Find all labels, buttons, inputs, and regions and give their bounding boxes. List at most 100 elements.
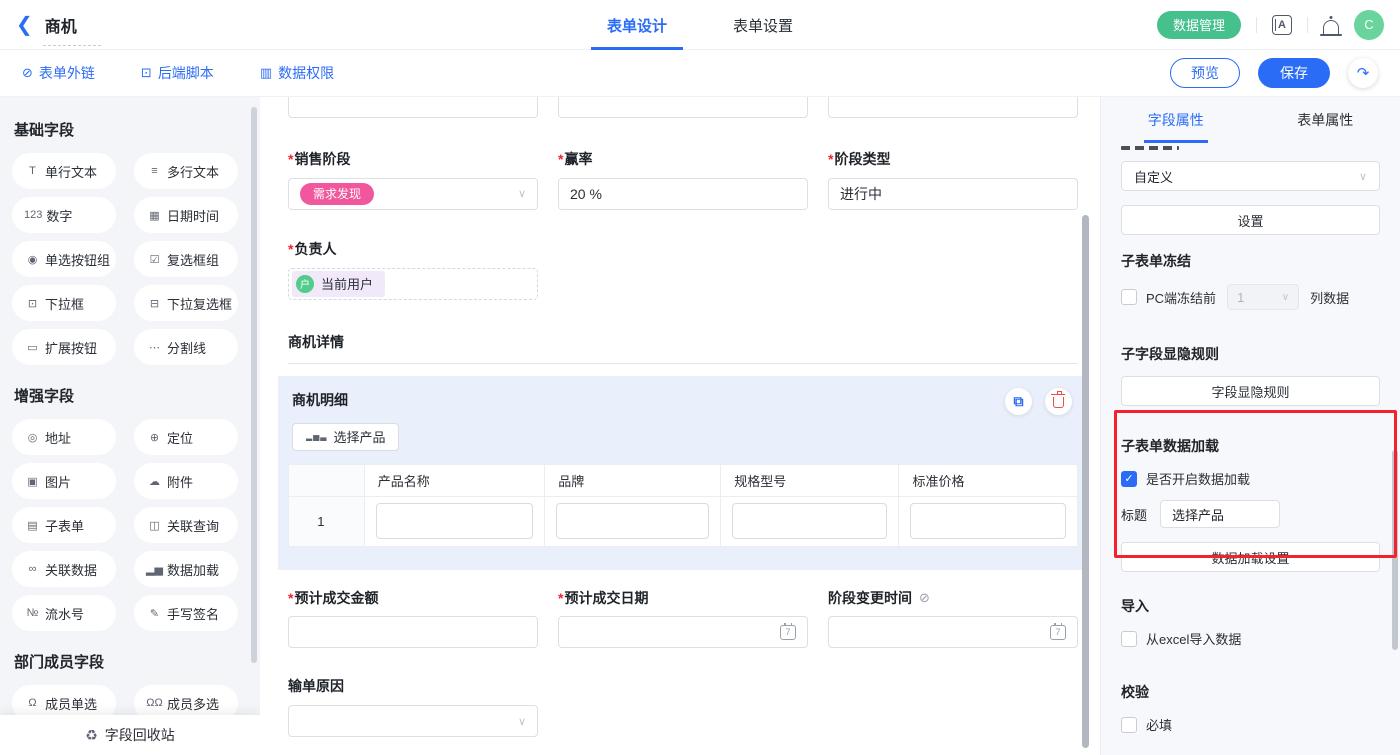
hidden-eye-icon: ⊘ — [919, 590, 930, 606]
field-pill-location[interactable]: ⊕定位 — [134, 419, 238, 455]
field-pill-divider-line[interactable]: ⋯分割线 — [134, 329, 238, 365]
field-pill-extend-button[interactable]: ▭扩展按钮 — [12, 329, 116, 365]
data-load-title-label: 标题 — [1121, 505, 1147, 524]
field-pill-serial-number[interactable]: №流水号 — [12, 595, 116, 631]
field-pill-radio-group[interactable]: ◉单选按钮组 — [12, 241, 116, 277]
field-loss-reason[interactable]: 输单原因 ∨ — [288, 678, 538, 737]
subfield-visibility-title: 子字段显隐规则 — [1121, 344, 1380, 364]
form-toolbar: ⊘ 表单外链 ⊡ 后端脚本 ▥ 数据权限 预览 保存 ↷ — [0, 50, 1400, 97]
tab-form-design[interactable]: 表单设计 — [603, 0, 671, 50]
field-pill-select[interactable]: ⊡下拉框 — [12, 285, 116, 321]
field-visibility-rules-button[interactable]: 字段显隐规则 — [1121, 376, 1380, 406]
field-pill-single-line-text[interactable]: T单行文本 — [12, 153, 116, 189]
owner-picker[interactable]: 户 当前用户 — [288, 268, 538, 300]
enable-data-load-checkbox[interactable]: ✓ — [1121, 471, 1137, 487]
field-pill-subform[interactable]: ▤子表单 — [12, 507, 116, 543]
field-sales-stage[interactable]: *销售阶段 需求发现 ∨ — [288, 151, 538, 210]
extend-button-icon: ▭ — [24, 341, 41, 354]
field-pill-image[interactable]: ▣图片 — [12, 463, 116, 499]
recycle-bin-label: 字段回收站 — [105, 725, 175, 745]
stage-change-time-input[interactable]: 7 — [828, 616, 1078, 648]
partial-input[interactable] — [288, 97, 538, 118]
field-pill-datetime[interactable]: ▦日期时间 — [134, 197, 238, 233]
field-pill-multi-line-text[interactable]: ≡多行文本 — [134, 153, 238, 189]
canvas-scrollbar[interactable] — [1082, 215, 1089, 748]
field-stage-change-time[interactable]: 阶段变更时间⊘ 7 — [828, 590, 1078, 649]
standard-price-cell-input[interactable] — [910, 503, 1065, 539]
required-checkbox[interactable] — [1121, 717, 1137, 733]
multi-line-text-icon: ≡ — [146, 165, 163, 177]
panel-scrollbar[interactable] — [1392, 450, 1398, 650]
partial-input[interactable] — [828, 97, 1078, 118]
delete-subform-button[interactable] — [1045, 388, 1072, 415]
excel-import-checkbox[interactable] — [1121, 631, 1137, 647]
share-button[interactable]: ↷ — [1348, 58, 1378, 88]
field-pill-checkbox-group[interactable]: ☑复选框组 — [134, 241, 238, 277]
field-pill-linked-data[interactable]: ∞关联数据 — [12, 551, 116, 587]
sales-stage-select[interactable]: 需求发现 ∨ — [288, 178, 538, 210]
expected-date-input[interactable]: 7 — [558, 616, 808, 648]
field-owner[interactable]: *负责人 户 当前用户 — [288, 241, 538, 300]
subform-opportunity-detail[interactable]: 商机明细 ⧉ ▂▅▃ 选择产品 产品名称 品牌 规格型号 标准价格 单位 — [278, 376, 1088, 570]
data-permission-button[interactable]: ▥ 数据权限 — [260, 63, 334, 83]
spec-model-cell-input[interactable] — [732, 503, 887, 539]
tab-form-properties[interactable]: 表单属性 — [1251, 97, 1400, 143]
notification-bell-icon[interactable] — [1323, 20, 1339, 34]
copy-icon: ⧉ — [1014, 393, 1024, 410]
data-load-title-input[interactable]: 选择产品 — [1160, 500, 1280, 528]
loss-reason-select[interactable]: ∨ — [288, 705, 538, 737]
pc-freeze-checkbox[interactable] — [1121, 289, 1137, 305]
calendar-icon: 7 — [780, 625, 796, 640]
back-icon[interactable]: ❮ — [16, 15, 33, 35]
copy-subform-button[interactable]: ⧉ — [1005, 388, 1032, 415]
tab-form-settings[interactable]: 表单设置 — [729, 0, 797, 50]
save-button[interactable]: 保存 — [1258, 58, 1330, 88]
tab-field-properties[interactable]: 字段属性 — [1101, 97, 1251, 143]
data-manage-button[interactable]: 数据管理 — [1157, 11, 1241, 39]
field-pill-number[interactable]: 123数字 — [12, 197, 116, 233]
excel-import-label: 从excel导入数据 — [1146, 629, 1241, 648]
field-pill-multi-select[interactable]: ⊟下拉复选框 — [134, 285, 238, 321]
field-pill-data-load[interactable]: ▂▅数据加载 — [134, 551, 238, 587]
freeze-count-select[interactable]: 1 ∨ — [1227, 284, 1299, 310]
data-load-settings-button[interactable]: 数据加载设置 — [1121, 542, 1380, 572]
field-recycle-bin[interactable]: ♻ 字段回收站 — [0, 715, 260, 755]
partial-input[interactable] — [558, 97, 808, 118]
field-pill-address[interactable]: ◎地址 — [12, 419, 116, 455]
pill-label: 成员多选 — [167, 694, 219, 713]
field-expected-date[interactable]: *预计成交日期 7 — [558, 590, 808, 649]
required-asterisk: * — [558, 590, 563, 607]
pill-label: 日期时间 — [167, 206, 219, 225]
brand-cell-input[interactable] — [556, 503, 709, 539]
chevron-down-icon: ∨ — [1282, 292, 1289, 303]
properties-panel: 字段属性 表单属性 自定义 ∨ 设置 子表单冻结 PC端冻结前 1 ∨ 列数据 … — [1100, 97, 1400, 755]
column-header-standard-price: 标准价格 — [899, 464, 1077, 496]
sidebar-scrollbar[interactable] — [251, 107, 257, 663]
stage-type-input[interactable]: 进行中 — [828, 178, 1078, 210]
member-single-icon: Ω — [24, 697, 41, 709]
expected-amount-input[interactable] — [288, 616, 538, 648]
section-title-enhanced-fields: 增强字段 — [14, 385, 260, 406]
validation-title: 校验 — [1121, 682, 1380, 702]
win-rate-input[interactable]: 20 % — [558, 178, 808, 210]
product-name-cell-input[interactable] — [376, 503, 533, 539]
custom-mode-select[interactable]: 自定义 ∨ — [1121, 161, 1380, 191]
contacts-icon[interactable]: A — [1272, 15, 1292, 35]
select-product-button[interactable]: ▂▅▃ 选择产品 — [292, 423, 399, 451]
pill-label: 定位 — [167, 428, 193, 447]
field-expected-amount[interactable]: *预计成交金额 — [288, 590, 538, 649]
field-stage-type[interactable]: *阶段类型 进行中 — [828, 151, 1078, 210]
select-product-label: 选择产品 — [333, 427, 385, 446]
win-rate-value: 20 % — [570, 186, 602, 202]
backend-script-button[interactable]: ⊡ 后端脚本 — [141, 63, 214, 83]
field-pill-signature[interactable]: ✎手写签名 — [134, 595, 238, 631]
settings-button[interactable]: 设置 — [1121, 205, 1380, 235]
field-pill-linked-query[interactable]: ◫关联查询 — [134, 507, 238, 543]
field-pill-attachment[interactable]: ☁附件 — [134, 463, 238, 499]
pill-label: 单行文本 — [45, 162, 97, 181]
preview-button[interactable]: 预览 — [1170, 58, 1240, 88]
field-win-rate[interactable]: *赢率 20 % — [558, 151, 808, 210]
owner-tag: 户 当前用户 — [292, 271, 385, 297]
user-avatar[interactable]: C — [1354, 10, 1384, 40]
external-link-button[interactable]: ⊘ 表单外链 — [22, 63, 95, 83]
